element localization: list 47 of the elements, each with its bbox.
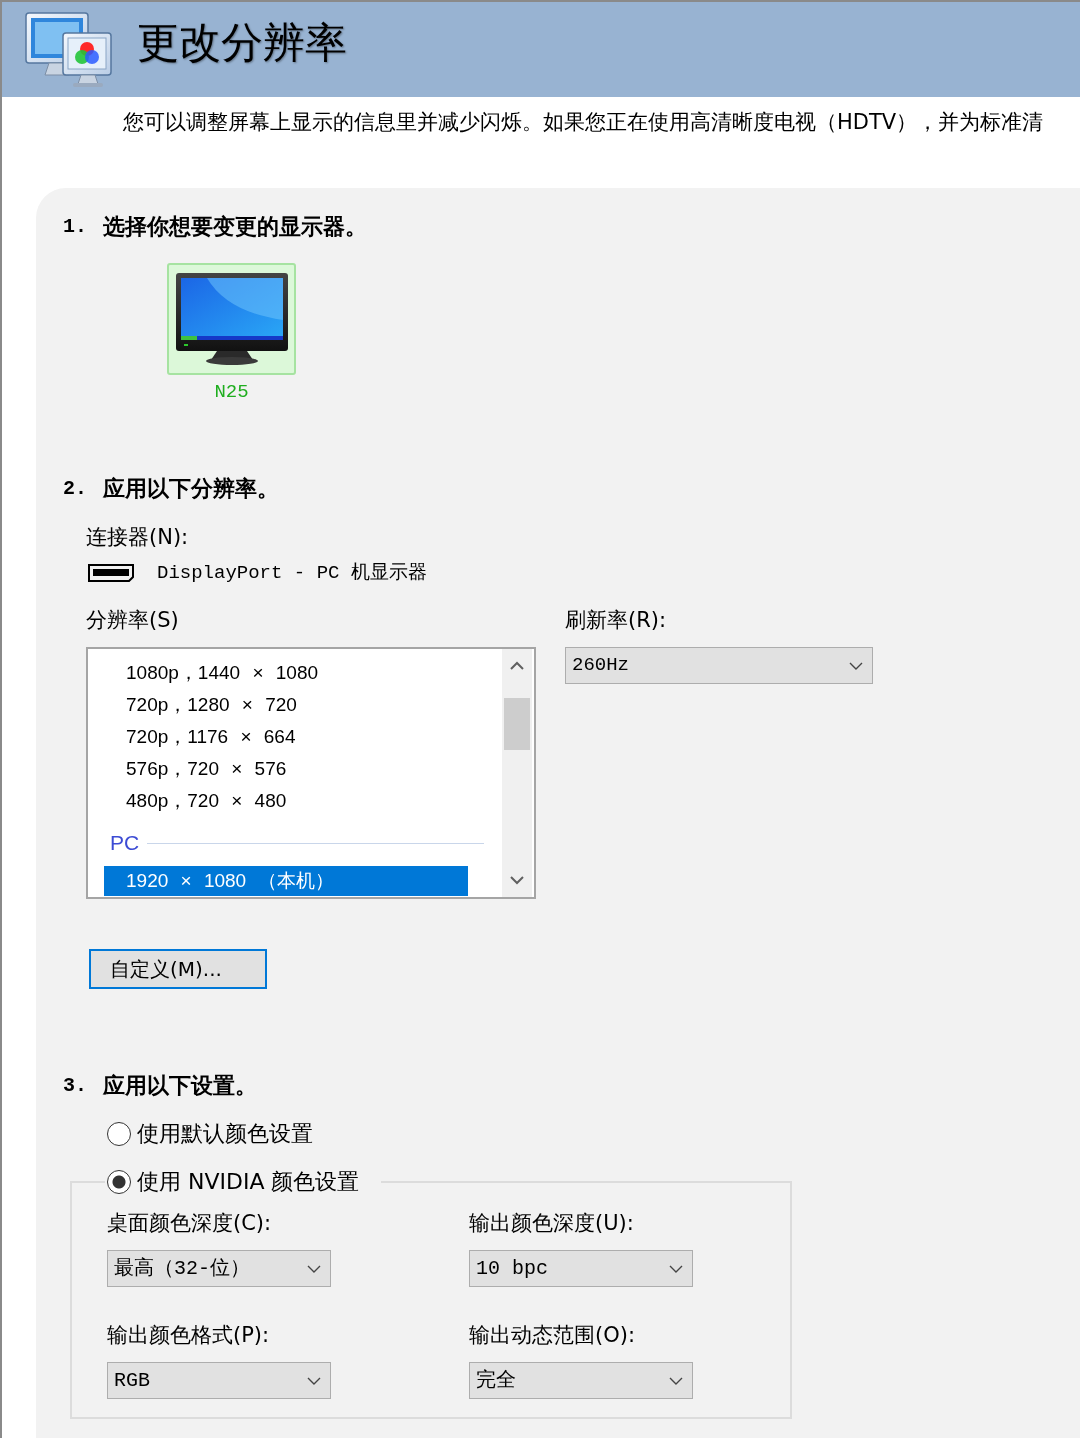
chevron-down-icon — [849, 661, 863, 670]
chevron-down-icon — [669, 1264, 683, 1273]
list-item[interactable]: 576p，720 × 576 — [104, 753, 468, 785]
setting-dropdown[interactable]: 完全 — [469, 1362, 693, 1399]
setting-dropdown[interactable]: 最高（32-位） — [107, 1250, 331, 1287]
setting-label: 输出颜色深度(U): — [469, 1210, 634, 1237]
step-heading: 选择你想要变更的显示器。 — [103, 213, 367, 241]
step-heading: 应用以下分辨率。 — [103, 475, 279, 503]
chevron-down-icon — [669, 1376, 683, 1385]
connector-name: DisplayPort - PC 机显示器 — [157, 561, 427, 586]
setting-label: 桌面颜色深度(C): — [107, 1210, 272, 1237]
chevron-down-icon — [510, 875, 524, 885]
chevron-up-icon — [510, 661, 524, 671]
list-item[interactable]: 1920 × 1080 （本机） — [104, 866, 468, 896]
setting-label: 输出动态范围(O): — [469, 1322, 635, 1349]
list-item[interactable]: 480p，720 × 480 — [104, 785, 468, 817]
radio-label[interactable]: 使用默认颜色设置 — [137, 1119, 313, 1149]
setting-dropdown[interactable]: RGB — [107, 1362, 331, 1399]
chevron-down-icon — [307, 1264, 321, 1273]
monitor-icon — [174, 272, 289, 366]
scrollbar-thumb[interactable] — [504, 698, 530, 750]
resolution-label: 分辨率(S) — [86, 607, 179, 634]
setting-dropdown[interactable]: 10 bpc — [469, 1250, 693, 1287]
radio-label[interactable]: 使用 NVIDIA 颜色设置 — [137, 1169, 360, 1194]
refresh-rate-dropdown[interactable]: 260Hz — [565, 647, 873, 684]
connector-label: 连接器(N): — [86, 524, 189, 551]
step-number: 3. — [63, 1073, 88, 1099]
scrollbar[interactable] — [502, 649, 532, 897]
step-heading: 应用以下设置。 — [103, 1072, 257, 1100]
page-title: 更改分辨率 — [137, 18, 347, 69]
setting-label: 输出颜色格式(P): — [107, 1322, 270, 1349]
list-item[interactable]: 720p，1280 × 720 — [104, 689, 468, 721]
radio-button[interactable] — [107, 1122, 131, 1146]
step-number: 1. — [63, 214, 88, 240]
step-number: 2. — [63, 476, 88, 502]
chevron-down-icon — [307, 1376, 321, 1385]
list-item[interactable]: 720p，1176 × 664 — [104, 721, 468, 753]
display-name: N25 — [214, 381, 249, 403]
description-text: 您可以调整屏幕上显示的信息里并减少闪烁。如果您正在使用高清晰度电视（HDTV），并为标准清 — [123, 109, 1044, 135]
displayport-icon — [88, 564, 134, 582]
list-item[interactable]: 1080p，1440 × 1080 — [104, 657, 468, 689]
monitor-tile[interactable] — [167, 263, 296, 375]
radio-button[interactable] — [107, 1170, 131, 1194]
refresh-rate-label: 刷新率(R): — [565, 607, 667, 634]
customize-button[interactable]: 自定义(M)... — [89, 949, 267, 989]
monitors-icon — [25, 10, 113, 89]
group-label: PC — [110, 830, 140, 856]
